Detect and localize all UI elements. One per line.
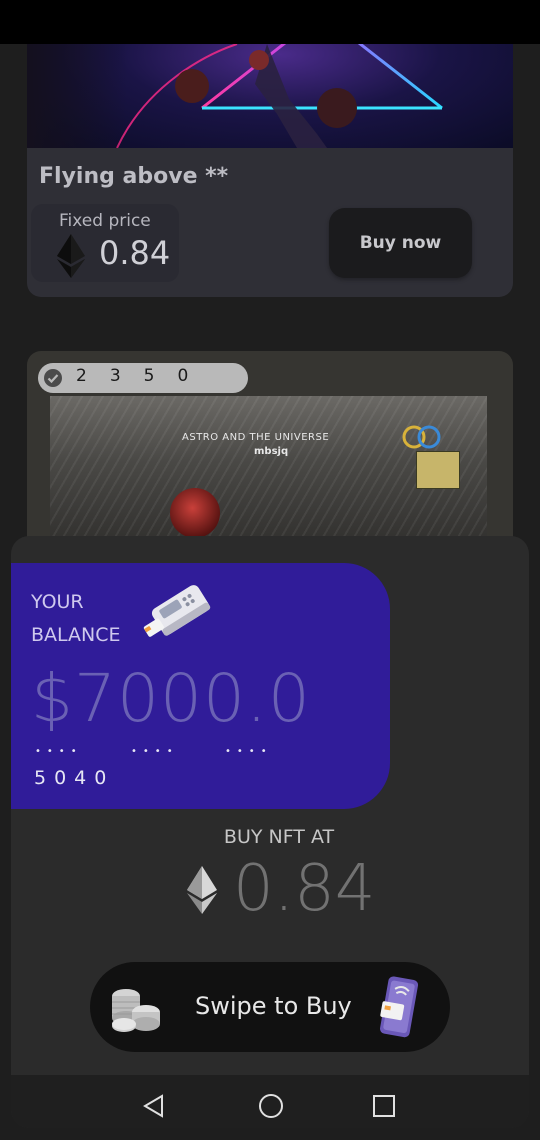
coins-icon[interactable] (104, 976, 168, 1042)
album-logo (402, 425, 441, 449)
price-box: Fixed price 0.84 (31, 204, 179, 282)
masked-digits: •••• (225, 746, 273, 757)
price-label: Fixed price (59, 211, 151, 231)
back-icon[interactable] (141, 1093, 167, 1123)
buy-now-button[interactable]: Buy now (329, 208, 472, 278)
purchase-sheet: YOUR BALANCE $7000.0 •••• •••• •••• 5040… (11, 536, 529, 1128)
system-nav-bar (11, 1075, 529, 1128)
recents-icon[interactable] (372, 1094, 396, 1122)
home-icon[interactable] (258, 1093, 284, 1123)
nft-image: ASTRO AND THE UNIVERSE mbsjq (50, 396, 487, 551)
likes-digit: 2 (76, 366, 87, 386)
card-last-four: 5040 (34, 767, 115, 789)
album-sticker (416, 451, 460, 489)
masked-digits: •••• (131, 746, 179, 757)
ethereum-icon (187, 866, 217, 918)
album-figure (170, 488, 220, 538)
balance-card: YOUR BALANCE $7000.0 •••• •••• •••• 5040 (11, 563, 390, 809)
phone-payment-icon (378, 974, 422, 1044)
swipe-to-buy-slider[interactable]: Swipe to Buy (90, 962, 450, 1052)
swipe-label: Swipe to Buy (195, 992, 352, 1020)
nft-card[interactable]: Flying above ** Fixed price 0.84 Buy now (27, 44, 513, 297)
ethereum-icon (57, 234, 85, 282)
card-reader-icon (139, 581, 225, 655)
buy-at-text: BUY NFT AT (223, 826, 335, 848)
balance-amount: $7000.0 (31, 660, 311, 737)
price-value: 0.84 (99, 234, 171, 272)
nft-card[interactable]: 2 3 5 0 ASTRO AND THE UNIVERSE mbsjq (27, 351, 513, 551)
likes-digit: 5 (143, 366, 155, 386)
balance-label: BALANCE (31, 624, 121, 646)
buy-at-label: BUY NFT AT (11, 826, 529, 848)
nft-title: Flying above ** (39, 164, 229, 189)
nft-image (27, 44, 513, 148)
album-artist: mbsjq (254, 446, 289, 457)
likes-count: 2 3 5 0 (76, 366, 188, 386)
status-bar (0, 0, 540, 44)
verified-check-icon (43, 368, 63, 392)
nft-price: 0.84 (233, 852, 376, 926)
album-title: ASTRO AND THE UNIVERSE (182, 432, 330, 443)
masked-digits: •••• (35, 746, 83, 757)
likes-badge: 2 3 5 0 (38, 363, 248, 393)
likes-digit: 3 (109, 366, 121, 386)
screen: Flying above ** Fixed price 0.84 Buy now (0, 0, 540, 1140)
balance-label: YOUR (31, 591, 84, 613)
likes-digit: 0 (177, 366, 189, 386)
